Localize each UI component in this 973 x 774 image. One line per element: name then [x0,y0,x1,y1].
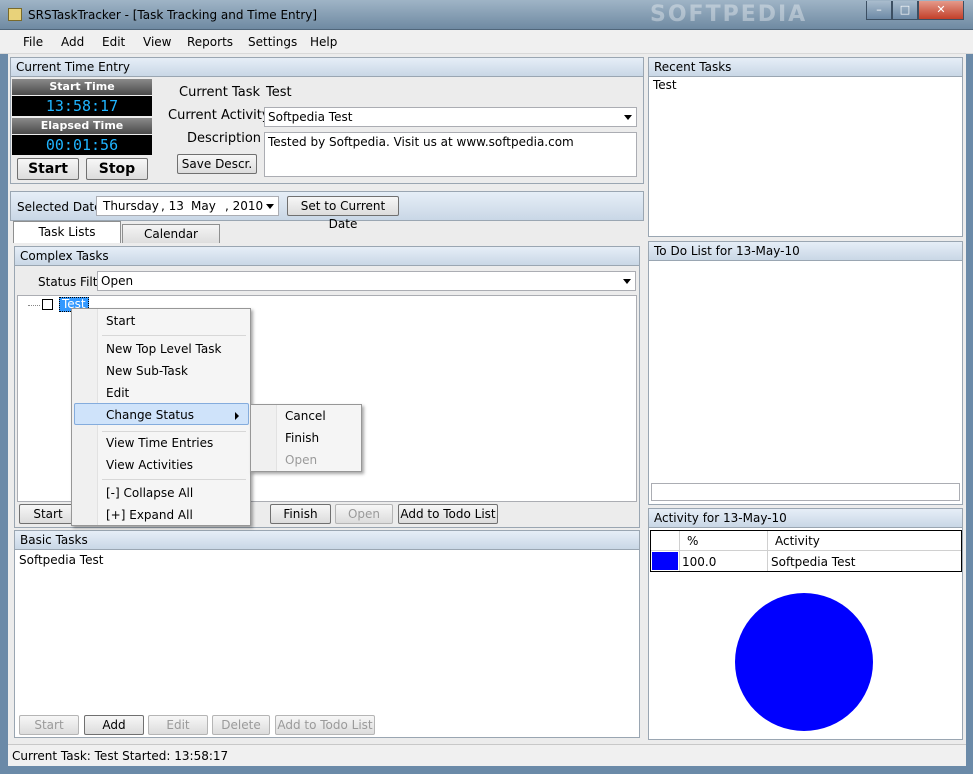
current-task-label: Current Task [179,85,261,100]
ctx-edit[interactable]: Edit [106,386,129,400]
status-filter-value: Open [101,274,134,288]
ctx-start[interactable]: Start [106,314,135,328]
date-bar: Selected Date Thursday , 13 May , 2010 S… [10,191,644,231]
submenu-finish[interactable]: Finish [285,431,319,445]
context-menu: Start New Top Level Task New Sub-Task Ed… [71,308,251,526]
ctx-expand-all[interactable]: [+] Expand All [106,508,193,522]
chevron-down-icon [624,115,632,120]
description-field[interactable]: Tested by Softpedia. Visit us at www.sof… [264,132,637,177]
basic-edit-button[interactable]: Edit [148,715,208,735]
elapsed-time-display: 00:01:56 [12,135,152,155]
selected-date-label: Selected Date [17,200,102,214]
complex-finish-button[interactable]: Finish [270,504,331,524]
date-weekday: Thursday [103,199,159,213]
tab-task-lists[interactable]: Task Lists [13,221,121,243]
tab-calendar[interactable]: Calendar [122,224,220,243]
menu-bar: File Add Edit View Reports Settings Help [0,30,973,54]
menu-add[interactable]: Add [61,35,84,49]
current-task-value: Test [266,85,292,100]
app-icon [8,8,22,21]
activity-col-activity: Activity [775,534,820,548]
basic-start-button[interactable]: Start [19,715,79,735]
start-time-display: 13:58:17 [12,96,152,116]
minimize-button[interactable]: – [866,1,892,20]
watermark: SOFTPEDIA [650,2,808,27]
pie-slice [735,593,873,731]
submenu-arrow-icon [235,412,239,420]
menu-reports[interactable]: Reports [187,35,233,49]
complex-open-button[interactable]: Open [335,504,393,524]
tree-connector [28,305,40,306]
elapsed-time-label: Elapsed Time [12,118,152,134]
window-title: SRSTaskTracker - [Task Tracking and Time… [28,8,318,22]
activity-table: % Activity 100.0 Softpedia Test [650,530,962,572]
current-activity-label: Current Activity [168,108,270,123]
status-text: Current Task: Test Started: 13:58:17 [12,749,229,763]
start-time-label: Start Time [12,79,152,95]
checkbox-icon[interactable] [42,299,53,310]
ctx-change-status[interactable]: Change Status [106,408,194,422]
menu-file[interactable]: File [23,35,43,49]
basic-tasks-panel: Basic Tasks Softpedia Test Start Add Edi… [14,530,640,738]
activity-panel: Activity for 13-May-10 % Activity 100.0 … [648,508,963,740]
basic-delete-button[interactable]: Delete [212,715,270,735]
activity-pie-chart [735,593,873,731]
stop-timer-button[interactable]: Stop [86,158,148,180]
status-filter-select[interactable]: Open [97,271,636,291]
activity-row-percent: 100.0 [682,555,717,569]
ctx-collapse-all[interactable]: [-] Collapse All [106,486,193,500]
menu-view[interactable]: View [143,35,171,49]
basic-task-item[interactable]: Softpedia Test [19,553,103,567]
time-entry-header: Current Time Entry [11,58,643,77]
chevron-down-icon [623,279,631,284]
basic-tasks-header: Basic Tasks [15,531,639,550]
recent-task-item[interactable]: Test [653,78,677,92]
ctx-new-sub-task[interactable]: New Sub-Task [106,364,188,378]
date-year: , 2010 [225,199,264,213]
description-label: Description [187,131,262,146]
submenu-cancel[interactable]: Cancel [285,409,326,423]
current-activity-value: Softpedia Test [268,110,353,124]
basic-add-todo-button[interactable]: Add to Todo List [275,715,375,735]
todo-panel: To Do List for 13-May-10 [648,241,963,505]
recent-tasks-header: Recent Tasks [649,58,962,77]
date-day: , 13 [161,199,184,213]
close-button[interactable]: ✕ [918,1,964,20]
menu-help[interactable]: Help [310,35,337,49]
complex-add-todo-button[interactable]: Add to Todo List [398,504,498,524]
date-month: May [191,199,216,213]
activity-row-name: Softpedia Test [771,555,856,569]
todo-input[interactable] [651,483,960,501]
maximize-button[interactable]: □ [892,1,918,20]
submenu-open[interactable]: Open [285,453,317,467]
basic-add-button[interactable]: Add [84,715,144,735]
title-bar: SRSTaskTracker - [Task Tracking and Time… [0,0,973,30]
date-picker[interactable]: Thursday , 13 May , 2010 [96,196,279,216]
ctx-view-time-entries[interactable]: View Time Entries [106,436,213,450]
complex-tasks-header: Complex Tasks [15,247,639,266]
set-current-date-button[interactable]: Set to Current Date [287,196,399,231]
ctx-new-top-level-task[interactable]: New Top Level Task [106,342,221,356]
start-timer-button[interactable]: Start [17,158,79,180]
status-bar: Current Task: Test Started: 13:58:17 [8,744,966,766]
menu-edit[interactable]: Edit [102,35,125,49]
activity-header: Activity for 13-May-10 [649,509,962,528]
current-activity-select[interactable]: Softpedia Test [264,107,637,127]
activity-color-swatch [652,552,678,570]
chevron-down-icon [266,204,274,209]
status-submenu: Cancel Finish Open [250,404,362,472]
save-description-button[interactable]: Save Descr. [177,154,257,174]
complex-start-button[interactable]: Start [19,504,77,524]
todo-header: To Do List for 13-May-10 [649,242,962,261]
ctx-view-activities[interactable]: View Activities [106,458,193,472]
activity-col-percent: % [687,534,699,548]
time-entry-panel: Current Time Entry Start Time 13:58:17 E… [10,57,644,184]
menu-settings[interactable]: Settings [248,35,297,49]
recent-tasks-panel: Recent Tasks Test [648,57,963,237]
